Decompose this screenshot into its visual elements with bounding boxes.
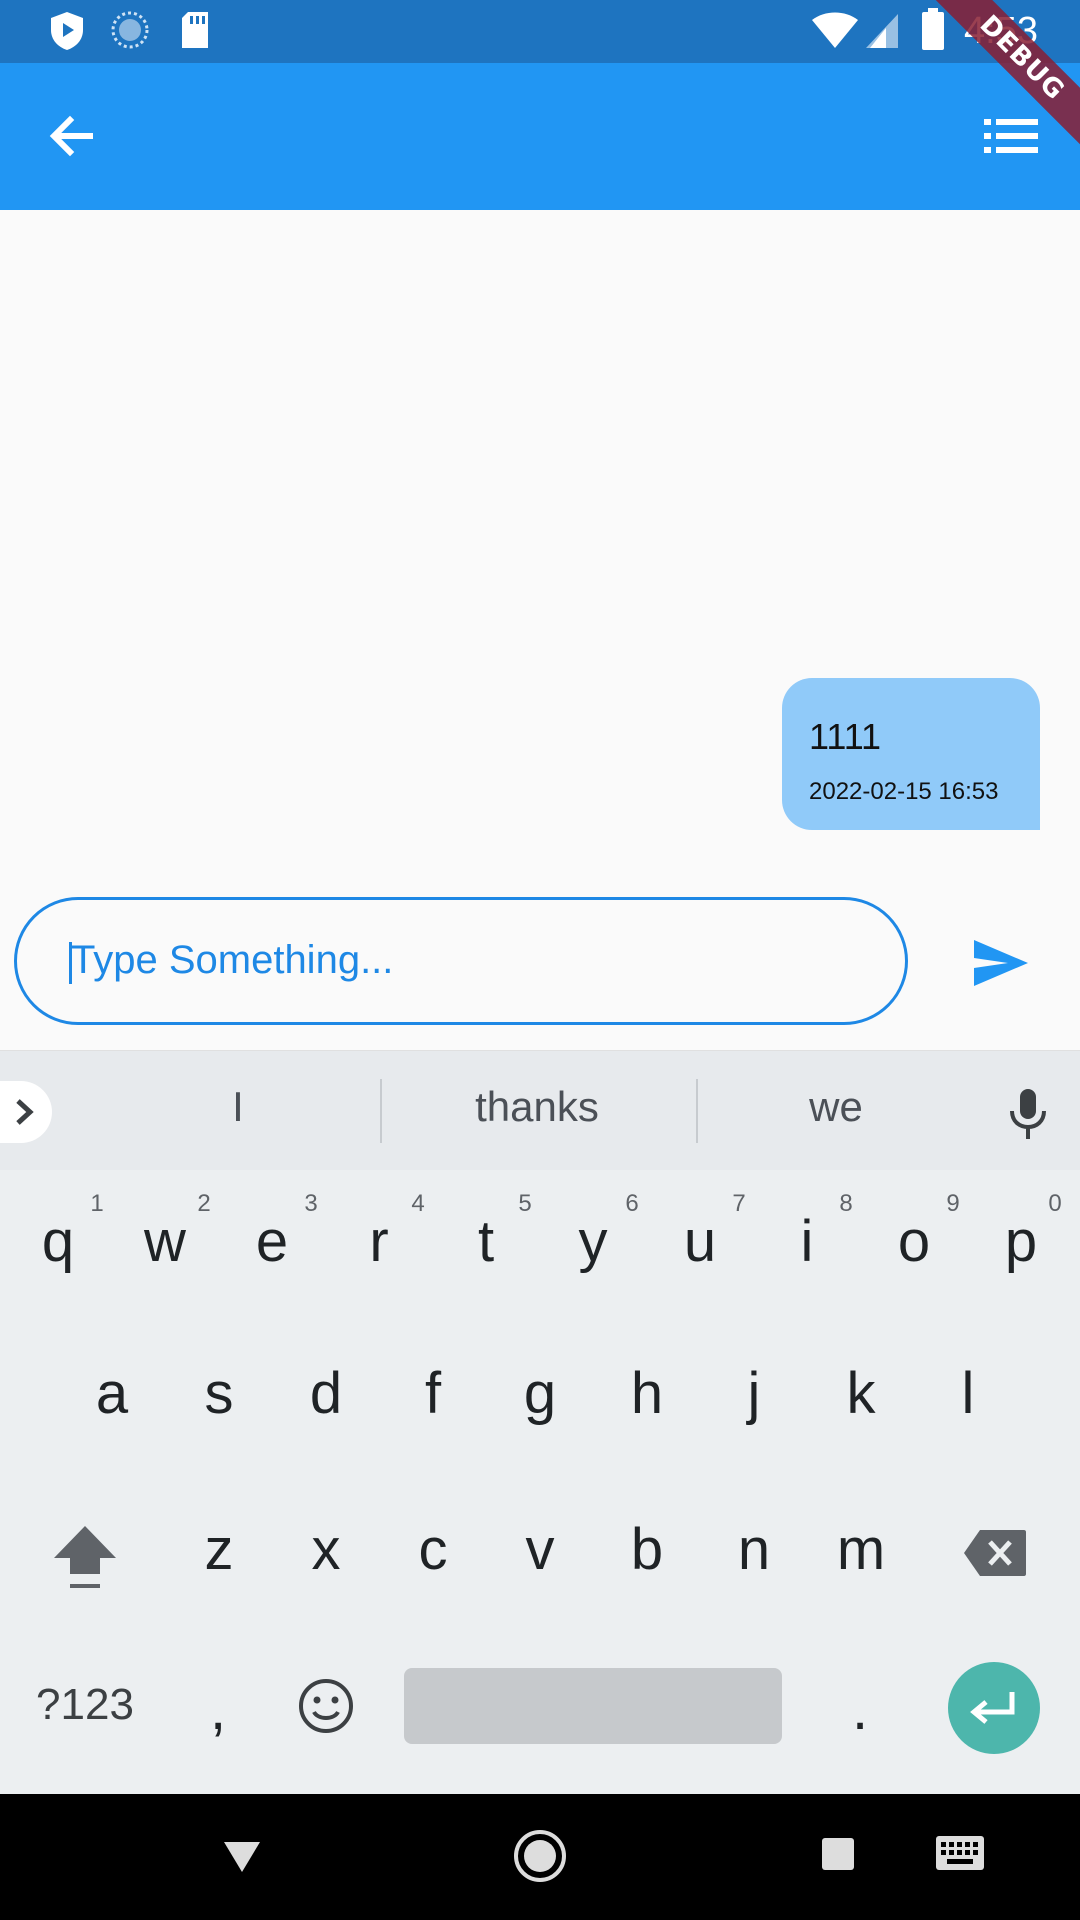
chat-screen: 4:53 DEBUG 1111 2022-02-15 16:53 Type So… xyxy=(0,0,1080,1920)
key-e[interactable]: e xyxy=(232,1208,312,1275)
message-bubble[interactable]: 1111 2022-02-15 16:53 xyxy=(782,678,1040,830)
wifi-icon xyxy=(810,12,860,55)
nav-recents-square-icon xyxy=(822,1838,854,1870)
shield-play-icon xyxy=(48,10,86,57)
key-hint: 9 xyxy=(946,1190,960,1217)
message-text: 1111 xyxy=(809,716,882,757)
nav-back-button[interactable] xyxy=(218,1832,266,1880)
key-z[interactable]: z xyxy=(179,1516,259,1583)
key-hint: 8 xyxy=(839,1190,853,1217)
suggestion-2[interactable]: thanks xyxy=(437,1083,637,1131)
key-c[interactable]: c xyxy=(393,1516,473,1583)
system-nav-bar xyxy=(0,1794,1080,1920)
key-u[interactable]: u xyxy=(660,1208,740,1275)
message-timestamp: 2022-02-15 16:53 xyxy=(809,778,999,805)
key-m[interactable]: m xyxy=(821,1516,901,1583)
cellular-signal-icon xyxy=(864,12,900,55)
send-icon xyxy=(974,940,1028,986)
key-x[interactable]: x xyxy=(286,1516,366,1583)
shift-icon xyxy=(54,1526,116,1588)
soft-keyboard: I thanks we q w e r t y u i o p 1 2 3 4 … xyxy=(0,1050,1080,1794)
key-r[interactable]: r xyxy=(339,1208,419,1275)
suggestion-1[interactable]: I xyxy=(188,1083,288,1131)
enter-key[interactable] xyxy=(948,1662,1040,1754)
voice-input-button[interactable] xyxy=(1006,1087,1050,1143)
symbols-key[interactable]: ?123 xyxy=(30,1680,140,1730)
nav-home-circle-icon xyxy=(514,1830,566,1882)
battery-icon xyxy=(920,8,946,57)
keyboard-icon xyxy=(936,1836,984,1870)
key-a[interactable]: a xyxy=(72,1360,152,1427)
list-menu-button[interactable] xyxy=(978,103,1044,169)
key-w[interactable]: w xyxy=(125,1208,205,1275)
keyboard-switch-button[interactable] xyxy=(934,1834,986,1874)
message-input[interactable]: Type Something... xyxy=(14,897,908,1025)
key-v[interactable]: v xyxy=(500,1516,580,1583)
sd-card-icon xyxy=(178,10,212,55)
key-h[interactable]: h xyxy=(607,1360,687,1427)
text-cursor xyxy=(69,942,72,984)
enter-return-icon xyxy=(970,1692,1015,1724)
key-p[interactable]: p xyxy=(981,1208,1061,1275)
key-g[interactable]: g xyxy=(500,1360,580,1427)
key-b[interactable]: b xyxy=(607,1516,687,1583)
nav-recents-button[interactable] xyxy=(818,1834,858,1874)
suggestion-divider xyxy=(696,1079,698,1143)
key-hint: 6 xyxy=(625,1190,639,1217)
key-k[interactable]: k xyxy=(821,1360,901,1427)
key-s[interactable]: s xyxy=(179,1360,259,1427)
emoji-icon xyxy=(299,1679,353,1733)
key-hint: 1 xyxy=(90,1190,104,1217)
key-hint: 5 xyxy=(518,1190,532,1217)
back-button[interactable] xyxy=(40,103,106,169)
key-hint: 0 xyxy=(1048,1190,1062,1217)
space-key[interactable] xyxy=(404,1668,782,1744)
key-o[interactable]: o xyxy=(874,1208,954,1275)
nav-back-triangle-icon xyxy=(224,1842,260,1872)
suggestion-3[interactable]: we xyxy=(776,1083,896,1131)
nav-home-button[interactable] xyxy=(512,1828,568,1884)
arrow-back-icon xyxy=(49,115,93,157)
key-y[interactable]: y xyxy=(553,1208,633,1275)
comma-key[interactable]: , xyxy=(178,1676,258,1743)
expand-toolbar-button[interactable] xyxy=(0,1081,52,1143)
key-hint: 4 xyxy=(411,1190,425,1217)
key-t[interactable]: t xyxy=(446,1208,526,1275)
sync-icon xyxy=(110,10,150,55)
key-hint: 7 xyxy=(732,1190,746,1217)
chevron-right-icon xyxy=(16,1099,34,1125)
key-hint: 2 xyxy=(197,1190,211,1217)
list-icon xyxy=(984,119,1038,153)
backspace-icon xyxy=(964,1530,1026,1576)
key-hint: 3 xyxy=(304,1190,318,1217)
backspace-key[interactable] xyxy=(962,1528,1028,1578)
period-key[interactable]: . xyxy=(820,1676,900,1743)
key-q[interactable]: q xyxy=(18,1208,98,1275)
microphone-icon xyxy=(1010,1089,1046,1139)
key-d[interactable]: d xyxy=(286,1360,366,1427)
key-i[interactable]: i xyxy=(767,1208,847,1275)
send-button[interactable] xyxy=(968,930,1034,996)
key-l[interactable]: l xyxy=(928,1360,1008,1427)
suggestion-strip: I thanks we xyxy=(0,1050,1080,1170)
key-f[interactable]: f xyxy=(393,1360,473,1427)
key-j[interactable]: j xyxy=(714,1360,794,1427)
shift-key[interactable] xyxy=(50,1520,120,1600)
emoji-key[interactable] xyxy=(296,1676,356,1736)
suggestion-divider xyxy=(380,1079,382,1143)
message-input-placeholder: Type Something... xyxy=(71,938,394,982)
key-n[interactable]: n xyxy=(714,1516,794,1583)
app-bar xyxy=(0,63,1080,210)
status-bar: 4:53 xyxy=(0,0,1080,63)
